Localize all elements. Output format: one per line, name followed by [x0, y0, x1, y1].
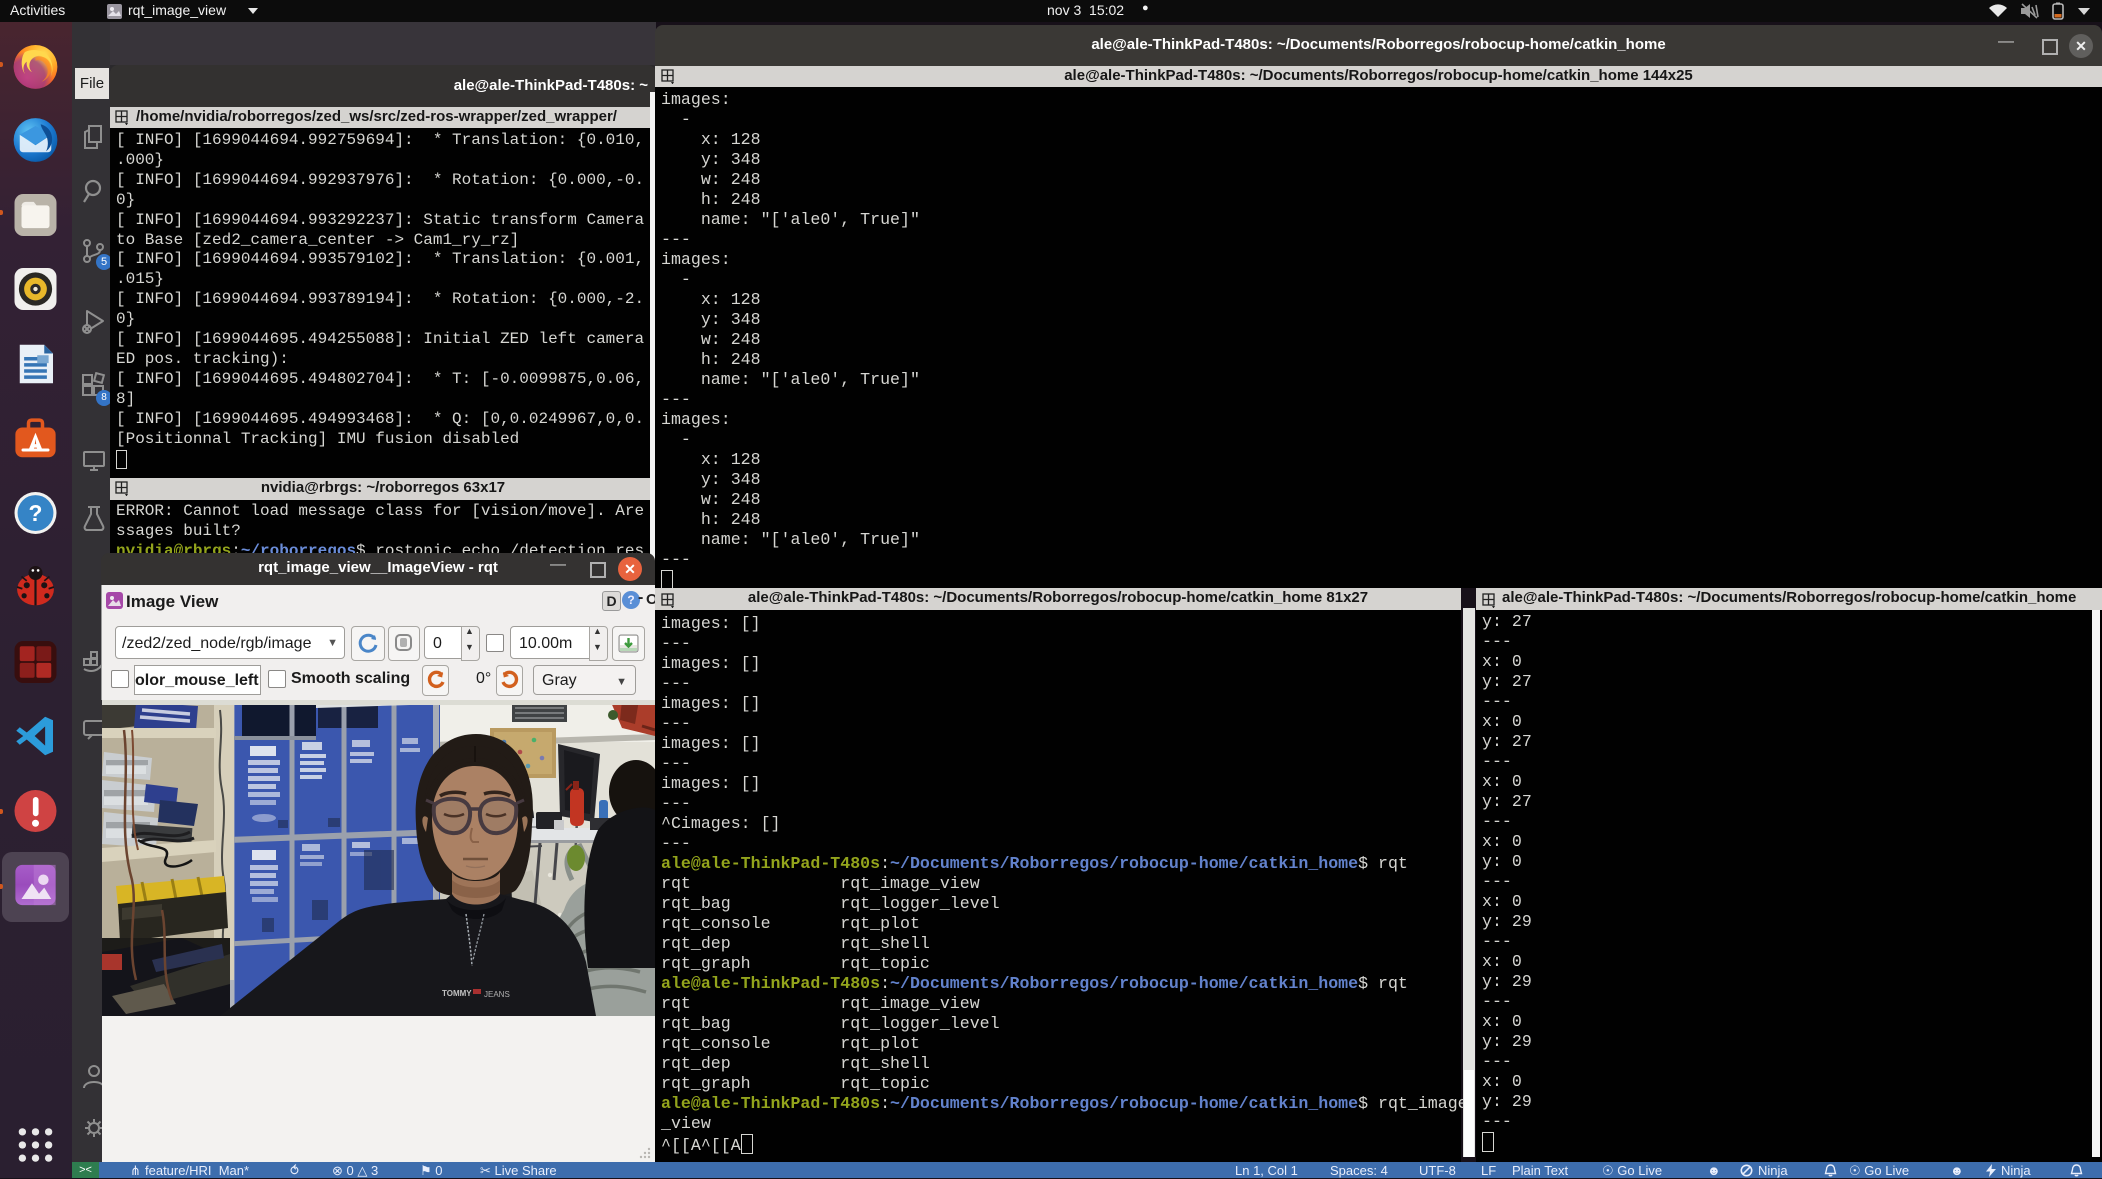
svg-text:JEANS: JEANS: [484, 990, 510, 999]
svg-text:?: ?: [29, 500, 43, 526]
svg-text:TOMMY: TOMMY: [442, 989, 472, 998]
